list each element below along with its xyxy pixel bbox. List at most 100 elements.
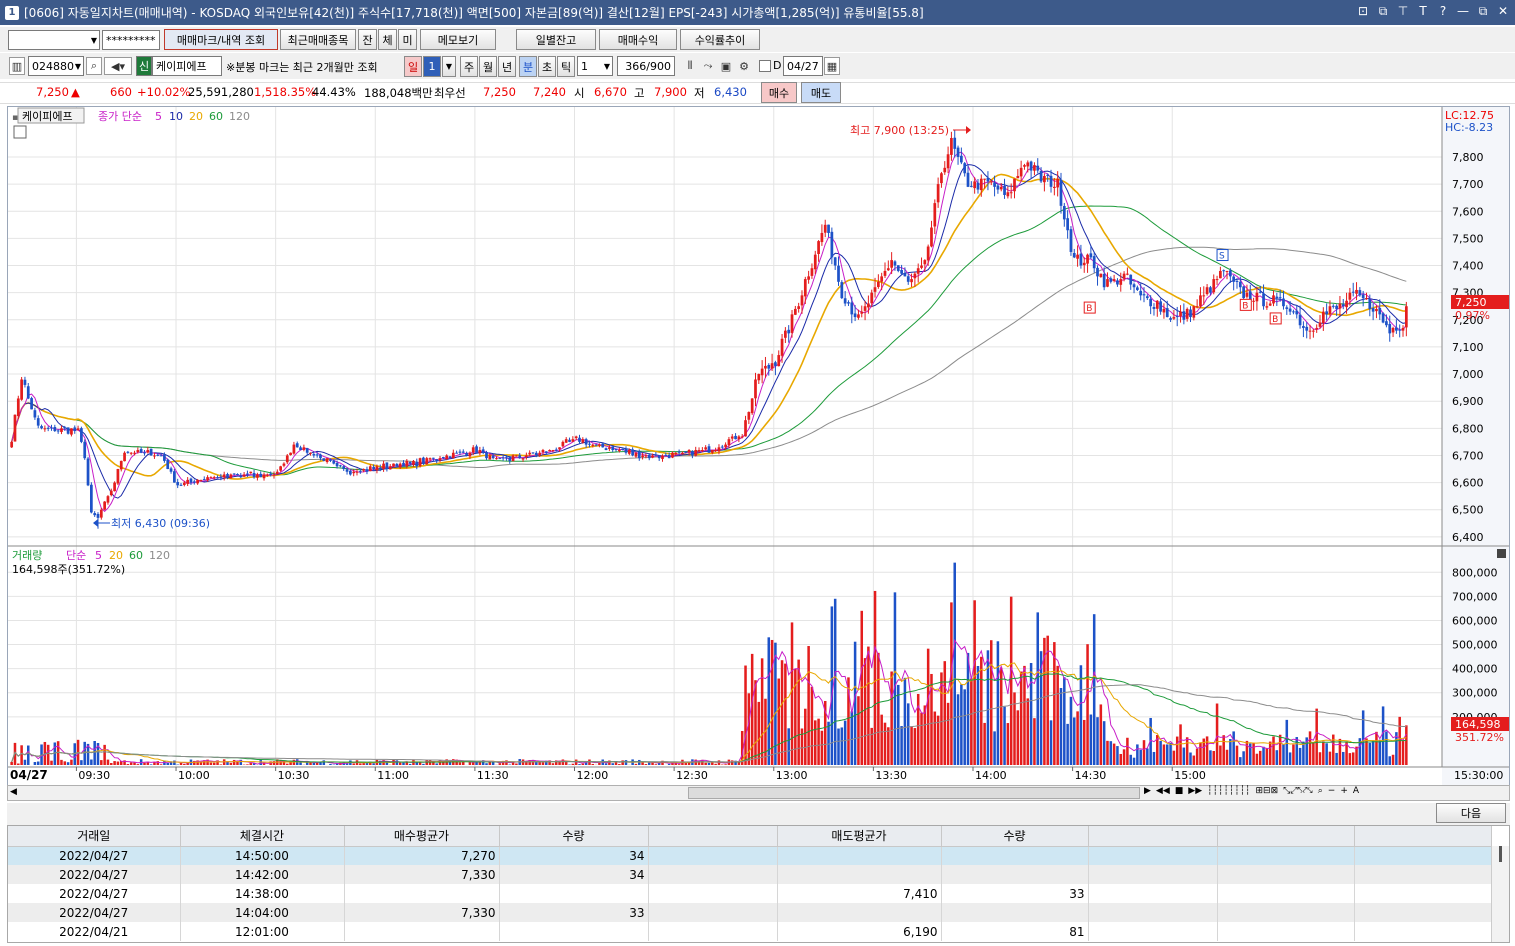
stay-on-top-icon[interactable]: ⊤ — [1397, 4, 1409, 19]
candle-body — [109, 490, 113, 496]
volume-bar — [93, 741, 96, 765]
col-trade-date[interactable]: 거래일 — [8, 826, 181, 847]
col-sell-avg[interactable]: 매도평균가 — [777, 826, 942, 847]
settings-gear-icon[interactable]: ⚙ — [736, 57, 752, 75]
chart-scrollbar[interactable]: ◀ ▶ ◀◀ ■ ▶▶ ┆┆┆┆┆┆┆┆ ⊞⊟⊠ ⤡⤢⤣⤤⤥ ⌕ − + A — [7, 785, 1510, 801]
tab-day[interactable]: 일 — [404, 56, 422, 77]
chevron-down-icon[interactable]: ▼ — [442, 56, 456, 77]
volume-bar — [1195, 748, 1199, 765]
sound-icon[interactable]: ◀▾ — [104, 57, 132, 75]
zoom-icon[interactable]: ⌕ — [1318, 786, 1323, 796]
col-sell-qty[interactable]: 수량 — [941, 826, 1089, 847]
volume-bar — [707, 762, 711, 765]
table-row[interactable]: 2022/04/27 14:38:00 7,410 33 — [8, 884, 1492, 903]
candle-body — [883, 270, 887, 276]
tab-tick[interactable]: 틱 — [557, 56, 575, 77]
save-icon[interactable]: ▣ — [718, 57, 734, 75]
volume-bar — [1023, 665, 1026, 765]
table-row[interactable]: 2022/04/27 14:50:00 7,270 34 — [8, 846, 1492, 865]
scroll-right-icon[interactable]: ▶ — [1144, 786, 1151, 796]
layout-tools-icon[interactable]: ⊞⊟⊠ — [1255, 786, 1278, 796]
stock-code-input[interactable]: 024880 ▼ — [28, 56, 84, 76]
candle-body — [329, 459, 332, 461]
next-button[interactable]: 다음 — [1436, 803, 1506, 823]
return-trend-button[interactable]: 수익률추이 — [680, 29, 760, 50]
balance-button[interactable]: 잔 — [358, 29, 377, 50]
password-field[interactable]: ********* — [102, 30, 160, 50]
table-row[interactable]: 2022/04/27 14:04:00 7,330 33 — [8, 903, 1492, 922]
minimize-icon[interactable]: — — [1457, 4, 1469, 19]
col-buy-avg[interactable]: 매수평균가 — [344, 826, 500, 847]
day-count[interactable]: 1 — [423, 56, 441, 77]
table-cell: 2022/04/27 — [8, 903, 181, 922]
current-price-tag: 7,250 — [1455, 296, 1487, 309]
restore-icon[interactable]: ⧉ — [1377, 4, 1389, 19]
text-tool-icon[interactable]: A — [1353, 786, 1359, 796]
filled-button[interactable]: 체 — [378, 29, 397, 50]
volume-bar — [405, 762, 409, 765]
trade-profit-button[interactable]: 매매수익 — [599, 29, 677, 50]
x-tick-label: 10:30 — [278, 769, 310, 782]
layout-icon[interactable]: ▥ — [9, 57, 25, 75]
volume-bar — [1212, 751, 1216, 765]
trade-mark-query-button[interactable]: 매매마크/내역 조회 — [164, 29, 278, 50]
stop-icon[interactable]: ■ — [1175, 786, 1184, 796]
forward-icon[interactable]: ▶▶ — [1188, 786, 1202, 796]
date-input[interactable]: 04/27 — [783, 56, 823, 76]
daily-balance-button[interactable]: 일별잔고 — [516, 29, 596, 50]
zoom-in-icon[interactable]: + — [1340, 786, 1348, 796]
candle-body — [438, 458, 442, 461]
col-buy-qty[interactable]: 수량 — [499, 826, 649, 847]
account-select[interactable]: ▼ — [8, 30, 100, 50]
volume-bar — [179, 763, 183, 765]
table-row[interactable]: 2022/04/21 12:01:00 6,190 81 — [8, 922, 1492, 941]
tab-month[interactable]: 월 — [479, 56, 497, 77]
candle-type-icon[interactable]: ⫴ — [682, 57, 698, 75]
interval-select[interactable]: 1 ▼ — [577, 56, 613, 76]
sell-button[interactable]: 매도 — [801, 82, 841, 103]
table-scrollbar[interactable] — [1491, 846, 1509, 942]
candle-body — [285, 455, 289, 463]
search-icon[interactable]: ⌕ — [86, 57, 102, 75]
memo-view-button[interactable]: 메모보기 — [420, 29, 496, 50]
candle-body — [358, 471, 362, 473]
col-exec-time[interactable]: 체결시간 — [180, 826, 345, 847]
candle-body — [282, 463, 286, 466]
tab-year[interactable]: 년 — [498, 56, 516, 77]
table-row[interactable]: 2022/04/27 14:42:00 7,330 34 — [8, 865, 1492, 884]
candle-body — [1391, 327, 1395, 333]
buy-button[interactable]: 매수 — [761, 82, 797, 103]
table-scroll-thumb[interactable] — [1499, 846, 1502, 862]
candle-body — [1238, 281, 1242, 288]
help-icon[interactable]: ? — [1437, 4, 1449, 19]
drawing-tools-icon[interactable]: ⤡⤢⤣⤤⤥ — [1283, 786, 1313, 796]
recent-trade-items-button[interactable]: 최근매매종목 — [280, 29, 356, 50]
scroll-left-icon[interactable]: ◀ — [10, 787, 17, 797]
candle-body — [1292, 311, 1295, 313]
chart-area[interactable]: BSBB 7,800 7,700 7,600 7,500 7,400 7,300 7,200… — [7, 106, 1510, 786]
line-tool-icon[interactable]: ⤳ — [700, 57, 716, 75]
tab-second[interactable]: 초 — [538, 56, 556, 77]
zoom-out-icon[interactable]: − — [1328, 786, 1336, 796]
pin-icon[interactable]: ⊡ — [1357, 4, 1369, 19]
volume-bar — [993, 731, 996, 765]
tab-week[interactable]: 주 — [460, 56, 478, 77]
candle-body — [1351, 291, 1355, 293]
close-icon[interactable]: ✕ — [1497, 4, 1509, 19]
rewind-icon[interactable]: ◀◀ — [1156, 786, 1170, 796]
panel-close-icon[interactable] — [1497, 549, 1506, 558]
panel-grip-icon[interactable]: ▪ — [12, 113, 18, 123]
calendar-icon[interactable]: ▦ — [824, 57, 840, 75]
scroll-thumb[interactable] — [688, 787, 1140, 799]
date-checkbox[interactable] — [759, 60, 771, 72]
chart-svg[interactable]: BSBB 7,8007,7007,6007,5007,4007,3007,200… — [8, 107, 1509, 785]
ruler-icon[interactable]: ┆┆┆┆┆┆┆┆ — [1207, 786, 1250, 796]
maximize-icon[interactable]: ⧉ — [1477, 4, 1489, 19]
unfilled-button[interactable]: 미 — [398, 29, 417, 50]
tab-minute[interactable]: 분 — [519, 56, 537, 77]
table-cell — [777, 865, 942, 884]
volume-bar — [199, 762, 203, 765]
count-field[interactable]: 366/900 — [617, 56, 675, 76]
font-icon[interactable]: T — [1417, 4, 1429, 19]
table-toggle-icon[interactable] — [13, 125, 27, 139]
